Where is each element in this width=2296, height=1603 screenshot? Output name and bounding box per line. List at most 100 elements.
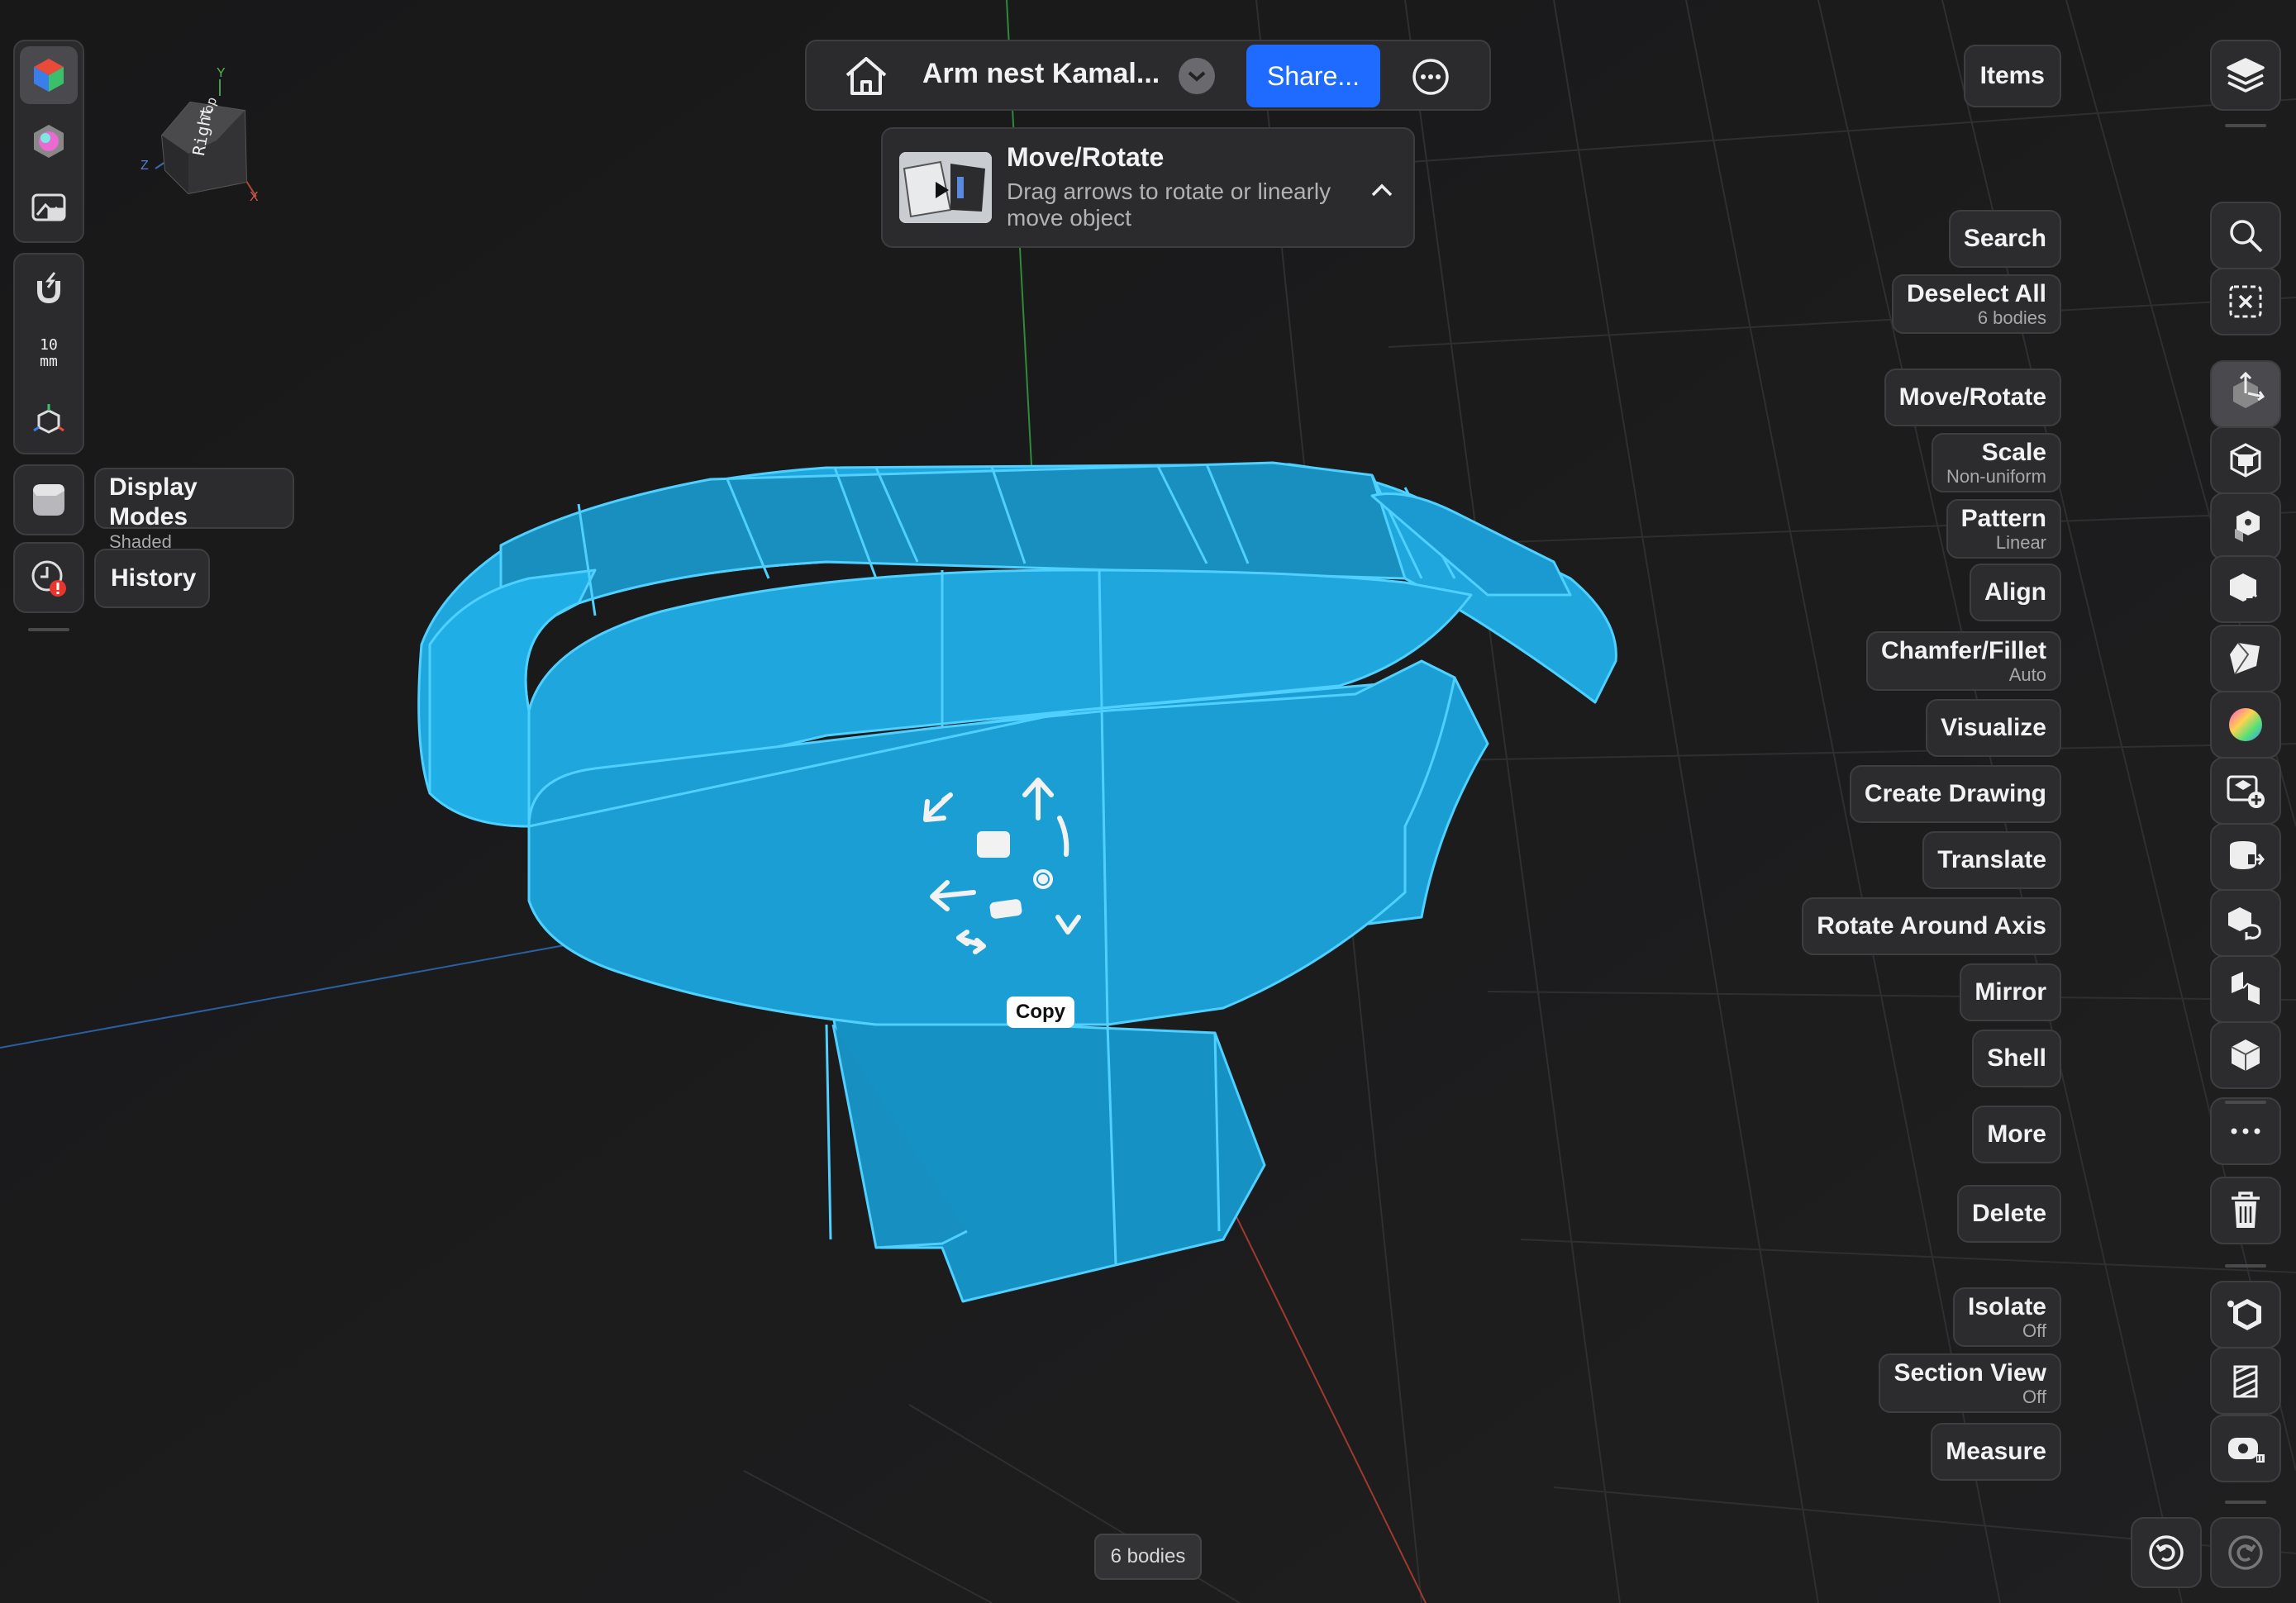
tools-divider-3 [2225, 1501, 2266, 1504]
pattern-icon [2235, 511, 2260, 542]
shell-icon [2231, 1039, 2260, 1071]
tool-button-color-wheel[interactable] [2210, 691, 2281, 759]
history-title: History [111, 564, 197, 592]
deselect-icon [2229, 285, 2262, 318]
tool-label-more[interactable]: More [1972, 1106, 2061, 1163]
tool-title: Shell [1987, 1044, 2046, 1072]
tool-label-isolate[interactable]: Isolate Off [1952, 1287, 2061, 1347]
translate-icon [2230, 841, 2265, 869]
tool-label-search[interactable]: Search [1948, 210, 2061, 268]
move-rotate-icon [2233, 372, 2265, 408]
tool-label-deselect[interactable]: Deselect All 6 bodies [1892, 274, 2061, 334]
tool-hint-text-2: move object [1007, 205, 1131, 231]
tool-subtitle: Auto [2008, 664, 2046, 685]
color-cube-icon [34, 59, 64, 92]
display-modes-button[interactable] [13, 464, 84, 535]
document-title[interactable]: Arm nest Kamal... [922, 58, 1160, 90]
toast-collapse-button[interactable] [1365, 174, 1398, 207]
tool-button-pattern[interactable] [2210, 492, 2281, 560]
axis-cube-icon [33, 404, 64, 434]
items-divider [2225, 124, 2266, 127]
undo-icon [2149, 1535, 2184, 1570]
screenshot-icon [31, 193, 66, 221]
align-icon [2230, 573, 2263, 608]
tool-button-rotate-axis[interactable] [2210, 889, 2281, 957]
home-button[interactable] [840, 51, 893, 101]
tool-label-measure[interactable]: Measure [1931, 1423, 2061, 1481]
bodies-count: 6 bodies [1110, 1545, 1186, 1567]
tool-button-deselect[interactable] [2210, 268, 2281, 335]
tool-label-chamfer[interactable]: Chamfer/Fillet Auto [1865, 631, 2061, 691]
environment-button[interactable] [20, 178, 78, 236]
tool-button-more[interactable] [2210, 1097, 2281, 1165]
tool-button-section-view[interactable] [2210, 1347, 2281, 1415]
tool-label-rotate-axis[interactable]: Rotate Around Axis [1802, 897, 2061, 955]
tool-label-move-rotate[interactable]: Move/Rotate [1884, 369, 2061, 426]
tool-label-pattern[interactable]: Pattern Linear [1946, 499, 2061, 559]
axis-button[interactable] [20, 390, 78, 448]
snap-magnet-button[interactable] [20, 259, 78, 317]
magnet-icon [37, 272, 60, 304]
tool-label-translate[interactable]: Translate [1922, 831, 2061, 889]
tool-label-scale[interactable]: Scale Non-uniform [1931, 433, 2061, 492]
share-label: Share... [1266, 60, 1360, 91]
tool-label-trash[interactable]: Delete [1956, 1185, 2061, 1243]
tool-label-mirror[interactable]: Mirror [1960, 963, 2061, 1021]
display-modes-title: Display Modes [109, 473, 198, 530]
create-drawing-icon [2227, 775, 2265, 808]
tool-label-align[interactable]: Align [1970, 564, 2061, 621]
tool-title: Search [1963, 225, 2046, 252]
history-label[interactable]: History [94, 549, 210, 608]
axis-y-label: Y [217, 66, 226, 80]
tool-label-shell[interactable]: Shell [1972, 1030, 2061, 1087]
tool-button-isolate[interactable] [2210, 1281, 2281, 1349]
tool-button-shell[interactable] [2210, 1021, 2281, 1089]
tool-button-trash[interactable] [2210, 1177, 2281, 1244]
tool-title: Deselect All [1907, 280, 2046, 307]
tool-button-measure[interactable] [2210, 1415, 2281, 1482]
tool-title: Scale [1981, 439, 2046, 466]
tool-button-align[interactable] [2210, 555, 2281, 623]
tool-label-section-view[interactable]: Section View Off [1879, 1353, 2061, 1413]
tool-button-search[interactable] [2210, 202, 2281, 269]
tool-subtitle: Linear [1995, 532, 2046, 553]
tool-label-create-drawing[interactable]: Create Drawing [1849, 765, 2061, 823]
tool-title: Align [1984, 578, 2046, 606]
tool-title: Delete [1971, 1200, 2046, 1227]
more-options-button[interactable] [1410, 56, 1451, 98]
document-menu-button[interactable] [1179, 58, 1215, 94]
chevron-up-icon [1371, 183, 1393, 197]
history-button[interactable] [13, 542, 84, 613]
items-button[interactable] [2210, 40, 2281, 111]
chevron-down-icon [1188, 71, 1206, 82]
trash-icon [2232, 1192, 2260, 1228]
tool-button-scale[interactable] [2210, 426, 2281, 494]
tool-button-chamfer[interactable] [2210, 625, 2281, 692]
tool-button-move-rotate[interactable] [2210, 360, 2281, 428]
items-label[interactable]: Items [1963, 45, 2061, 107]
tool-label-color-wheel[interactable]: Visualize [1926, 699, 2061, 757]
chamfer-icon [2230, 642, 2260, 675]
view-cube[interactable]: Top Right Y Z X [137, 66, 269, 204]
rotate-axis-icon [2228, 907, 2261, 941]
tool-button-translate[interactable] [2210, 823, 2281, 891]
display-modes-label[interactable]: Display Modes Shaded [94, 468, 294, 552]
tool-title: Visualize [1941, 714, 2046, 741]
measure-icon [2228, 1438, 2265, 1463]
tool-button-mirror[interactable] [2210, 955, 2281, 1023]
tool-title: Pattern [1960, 505, 2046, 532]
layers-icon [2227, 58, 2265, 93]
tool-title: Move/Rotate [1898, 383, 2046, 411]
tool-subtitle: Non-uniform [1946, 466, 2046, 487]
copy-label: Copy [1016, 1001, 1065, 1023]
redo-button[interactable] [2210, 1517, 2281, 1588]
axis-x-label: X [250, 190, 259, 204]
share-button[interactable]: Share... [1246, 45, 1380, 107]
snap-distance-button[interactable]: 10 mm [20, 327, 78, 380]
appearance-button[interactable] [20, 112, 78, 170]
tool-button-create-drawing[interactable] [2210, 757, 2281, 825]
copy-chip[interactable]: Copy [1007, 997, 1074, 1028]
render-cube-button[interactable] [20, 46, 78, 104]
mirror-icon [2232, 972, 2260, 1005]
undo-button[interactable] [2131, 1517, 2202, 1588]
